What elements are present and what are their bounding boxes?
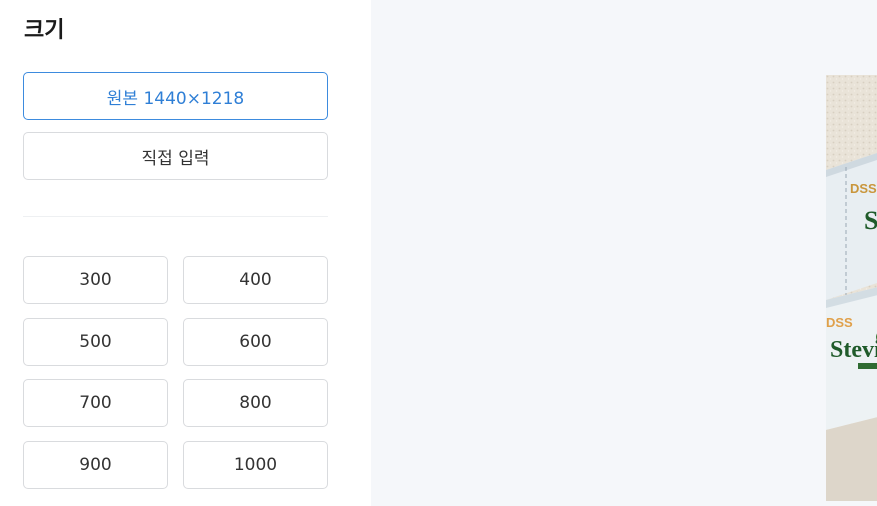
package-name-top: St — [864, 206, 877, 235]
preview-image: DSS St DSS Stevi — [826, 75, 877, 501]
package-brand-bottom: DSS — [826, 315, 853, 330]
size-option-900[interactable]: 900 — [23, 441, 168, 489]
divider — [23, 216, 328, 217]
panel-title: 크기 — [24, 18, 65, 43]
size-option-600[interactable]: 600 — [183, 318, 328, 366]
size-panel: 크기 원본 1440×1218 직접 입력 300 400 500 600 70… — [0, 0, 371, 506]
size-option-800[interactable]: 800 — [183, 379, 328, 427]
original-size-button[interactable]: 원본 1440×1218 — [23, 72, 328, 120]
package-name-bottom: Stevi — [830, 337, 877, 363]
product-photo: DSS St DSS Stevi — [826, 75, 877, 501]
size-option-500[interactable]: 500 — [23, 318, 168, 366]
image-preview-area: DSS St DSS Stevi — [371, 0, 877, 506]
package-brand-top: DSS — [850, 181, 877, 196]
custom-size-button[interactable]: 직접 입력 — [23, 132, 328, 180]
size-option-400[interactable]: 400 — [183, 256, 328, 304]
size-option-300[interactable]: 300 — [23, 256, 168, 304]
size-option-700[interactable]: 700 — [23, 379, 168, 427]
size-option-1000[interactable]: 1000 — [183, 441, 328, 489]
